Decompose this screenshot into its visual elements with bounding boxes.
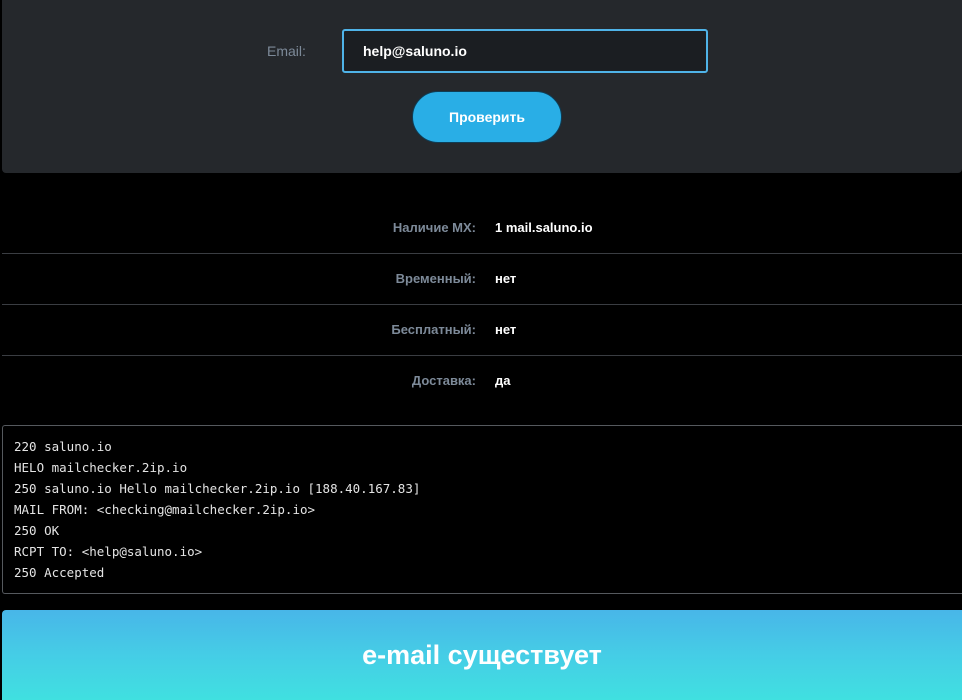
results-table: Наличие MX: 1 mail.saluno.io Временный: … xyxy=(2,203,962,406)
email-checker-page: Email: Проверить Наличие MX: 1 mail.salu… xyxy=(0,0,962,700)
result-row-delivery: Доставка: да xyxy=(2,356,962,406)
free-value: нет xyxy=(495,322,517,337)
temporary-label: Временный: xyxy=(395,271,476,286)
smtp-log[interactable]: 220 saluno.io HELO mailchecker.2ip.io 25… xyxy=(2,425,962,594)
smtp-log-line: MAIL FROM: <checking@mailchecker.2ip.io> xyxy=(14,502,316,517)
smtp-log-line: 250 Accepted xyxy=(14,565,105,580)
result-row-temporary: Временный: нет xyxy=(2,254,962,305)
email-label: Email: xyxy=(267,43,306,59)
mx-label: Наличие MX: xyxy=(392,220,476,235)
delivery-label: Доставка: xyxy=(411,373,476,388)
verdict-banner: e-mail существует xyxy=(2,610,962,700)
free-label: Бесплатный: xyxy=(391,322,476,337)
email-input[interactable] xyxy=(342,29,708,73)
temporary-value: нет xyxy=(495,271,517,286)
smtp-log-line: HELO mailchecker.2ip.io xyxy=(14,460,188,475)
check-button[interactable]: Проверить xyxy=(412,91,562,143)
smtp-log-line: 220 saluno.io xyxy=(14,439,112,454)
check-form-panel: Email: Проверить xyxy=(2,0,962,173)
smtp-log-line: RCPT TO: <help@saluno.io> xyxy=(14,544,203,559)
smtp-log-line: 250 OK xyxy=(14,523,60,538)
verdict-text: e-mail существует xyxy=(362,639,602,670)
result-row-mx: Наличие MX: 1 mail.saluno.io xyxy=(2,203,962,254)
smtp-log-line: 250 saluno.io Hello mailchecker.2ip.io [… xyxy=(14,481,421,496)
result-row-free: Бесплатный: нет xyxy=(2,305,962,356)
mx-value: 1 mail.saluno.io xyxy=(495,220,593,235)
delivery-value: да xyxy=(495,373,511,388)
